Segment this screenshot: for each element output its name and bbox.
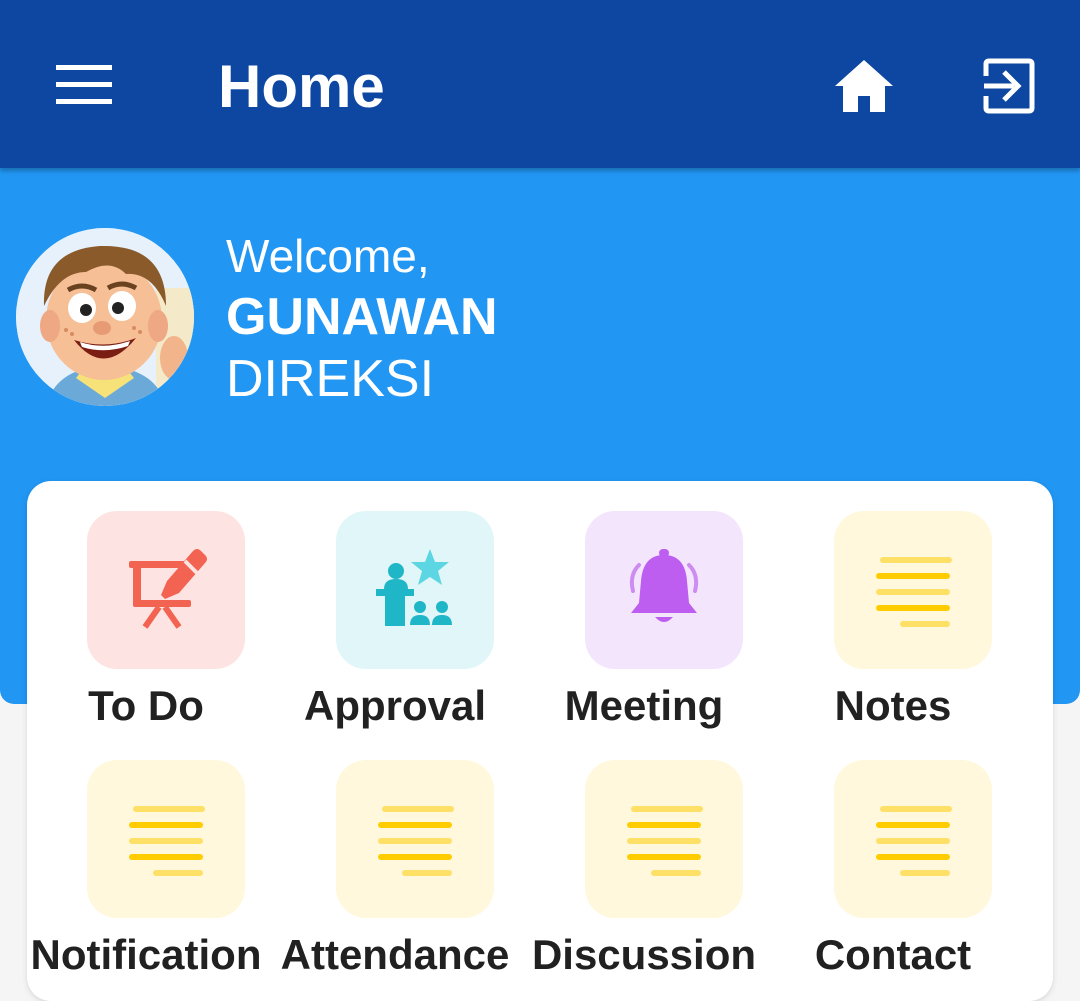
hamburger-menu-icon [56, 65, 112, 104]
bell-icon [629, 549, 699, 622]
menu-tile-discussion[interactable]: Discussion [525, 730, 765, 978]
menu-tile-label: Notification [30, 931, 262, 978]
tile-icon-background [585, 760, 743, 918]
menu-tile-label: Approval [303, 682, 487, 729]
menu-button[interactable] [44, 50, 124, 120]
menu-tile-label: To Do [88, 682, 204, 729]
menu-card: To Do Approval Meeting Notes Notificatio… [27, 481, 1053, 1001]
menu-tile-contact[interactable]: Contact [774, 730, 1014, 978]
menu-tile-label: Meeting [564, 682, 724, 729]
notes-lines-icon [378, 806, 454, 876]
menu-tile-label: Attendance [280, 931, 510, 978]
notes-lines-icon [876, 557, 952, 627]
user-name: GUNAWAN [226, 288, 498, 346]
notes-lines-icon [627, 806, 703, 876]
presentation-board-icon [129, 549, 207, 629]
tile-icon-background [585, 511, 743, 669]
menu-tile-notes[interactable]: Notes [774, 481, 1014, 729]
menu-tile-label: Contact [814, 931, 972, 978]
tile-icon-background [87, 511, 245, 669]
notes-lines-icon [129, 806, 205, 876]
tile-icon-background [336, 760, 494, 918]
tile-icon-background [87, 760, 245, 918]
tile-icon-background [834, 511, 992, 669]
welcome-text: Welcome, [226, 230, 430, 282]
home-icon [835, 60, 893, 112]
logout-icon [983, 58, 1035, 114]
app-bar: Home [0, 0, 1080, 168]
home-button[interactable] [828, 50, 900, 122]
tile-icon-background [336, 511, 494, 669]
menu-tile-meeting[interactable]: Meeting [525, 481, 765, 729]
menu-tile-todo[interactable]: To Do [27, 481, 267, 729]
user-role: DIREKSI [226, 350, 435, 408]
menu-tile-label: Discussion [531, 931, 757, 978]
avatar [16, 228, 194, 406]
award-podium-icon [376, 549, 452, 626]
notes-lines-icon [876, 806, 952, 876]
page-title: Home [218, 53, 385, 120]
logout-button[interactable] [972, 50, 1044, 122]
menu-tile-notification[interactable]: Notification [27, 730, 267, 978]
menu-tile-attendance[interactable]: Attendance [276, 730, 516, 978]
menu-tile-approval[interactable]: Approval [276, 481, 516, 729]
tile-icon-background [834, 760, 992, 918]
menu-tile-label: Notes [834, 682, 952, 729]
